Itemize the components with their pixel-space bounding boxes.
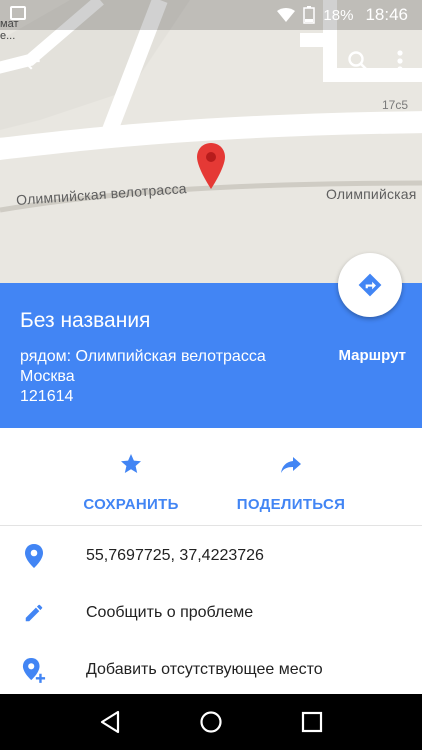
house-number-label: 17с5: [381, 98, 408, 112]
notification-text: мат е...: [0, 18, 19, 42]
report-problem-item[interactable]: Сообщить о проблеме: [0, 584, 422, 641]
status-bar: мат е... 18% 18:46: [0, 0, 422, 42]
star-icon: [121, 454, 141, 473]
map-view[interactable]: Олимпийская велотрасса Олимпийская 17с5: [0, 0, 422, 283]
coordinates-item[interactable]: 55,7697725, 37,4223726: [0, 527, 422, 584]
pencil-icon: [22, 601, 46, 625]
save-label: СОХРАНИТЬ: [83, 496, 179, 513]
home-circle-icon[interactable]: [199, 710, 223, 734]
add-place-text: Добавить отсутствующее место: [86, 660, 323, 678]
arrow-back-icon: [22, 51, 40, 70]
road-label-bike-path-right: Олимпийская: [326, 186, 417, 202]
place-title: Без названия: [20, 309, 151, 332]
battery-icon: [303, 6, 316, 24]
search-button[interactable]: [346, 49, 370, 78]
coordinates-text: 55,7697725, 37,4223726: [86, 546, 264, 564]
directions-icon: [358, 273, 382, 297]
save-button[interactable]: СОХРАНИТЬ: [51, 428, 211, 525]
add-place-item[interactable]: Добавить отсутствующее место: [0, 641, 422, 698]
share-label: ПОДЕЛИТЬСЯ: [236, 496, 346, 513]
add-location-icon: [22, 657, 46, 683]
share-button[interactable]: ПОДЕЛИТЬСЯ: [211, 428, 371, 525]
more-vert-icon: [397, 49, 403, 72]
recents-square-icon[interactable]: [301, 711, 323, 733]
route-label[interactable]: Маршрут: [338, 347, 406, 364]
action-row: СОХРАНИТЬ ПОДЕЛИТЬСЯ: [0, 428, 422, 526]
wifi-icon: [277, 8, 296, 22]
place-city: Москва: [20, 368, 75, 385]
back-button[interactable]: [18, 48, 44, 79]
share-arrow-icon: [281, 457, 301, 473]
location-pin-icon: [22, 543, 46, 568]
system-nav-bar: [0, 694, 422, 750]
clock: 18:46: [365, 5, 408, 24]
overflow-menu-button[interactable]: [396, 49, 404, 78]
search-icon: [348, 50, 368, 71]
map-pin-icon[interactable]: [196, 142, 226, 190]
map-toolbar: [0, 30, 422, 96]
place-postal-code: 121614: [20, 388, 74, 405]
report-problem-text: Сообщить о проблеме: [86, 603, 254, 621]
back-triangle-icon[interactable]: [99, 710, 121, 734]
route-button[interactable]: [338, 253, 402, 317]
details-list: 55,7697725, 37,4223726 Сообщить о пробле…: [0, 527, 422, 698]
battery-percent: 18%: [323, 6, 354, 24]
